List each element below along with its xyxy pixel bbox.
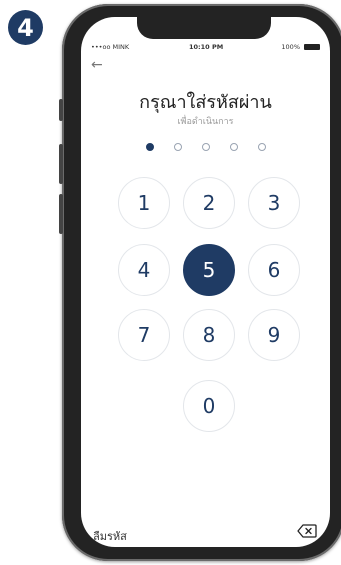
back-arrow-icon[interactable]: ←: [91, 57, 103, 73]
pin-indicator: [81, 143, 330, 151]
pin-dot: [229, 143, 238, 151]
status-time: 10:10 PM: [189, 43, 224, 51]
page-subtitle: เพื่อดำเนินการ: [177, 117, 234, 127]
keypad-key-2[interactable]: 2: [183, 177, 235, 229]
status-bar: •••oo MINK 10:10 PM 100%: [81, 41, 330, 53]
volume-up-button: [59, 144, 63, 184]
battery-icon: [304, 44, 320, 50]
pin-dot: [201, 143, 210, 151]
forgot-pin-link[interactable]: ลืมรหัส: [93, 527, 127, 545]
battery-percent: 100%: [281, 43, 300, 51]
keypad-key-7[interactable]: 7: [118, 309, 170, 361]
backspace-icon[interactable]: [297, 524, 317, 538]
keypad-key-8[interactable]: 8: [183, 309, 235, 361]
keypad-key-4[interactable]: 4: [118, 244, 170, 296]
keypad-key-5[interactable]: 5: [183, 244, 235, 296]
keypad-key-3[interactable]: 3: [248, 177, 300, 229]
carrier-label: •••oo MINK: [91, 43, 130, 51]
phone-screen: •••oo MINK 10:10 PM 100% ← กรุณาใส่รหัสผ…: [81, 17, 330, 547]
notch: [137, 17, 271, 39]
keypad-key-0[interactable]: 0: [183, 380, 235, 432]
keypad-key-1[interactable]: 1: [118, 177, 170, 229]
page-title: กรุณาใส่รหัสผ่าน: [139, 92, 272, 113]
keypad-key-9[interactable]: 9: [248, 309, 300, 361]
step-badge: 4: [8, 10, 43, 45]
mute-switch: [59, 99, 63, 121]
pin-dot: [257, 143, 266, 151]
pin-dot: [173, 143, 182, 151]
volume-down-button: [59, 194, 63, 234]
pin-dot: [145, 143, 154, 151]
keypad-key-6[interactable]: 6: [248, 244, 300, 296]
